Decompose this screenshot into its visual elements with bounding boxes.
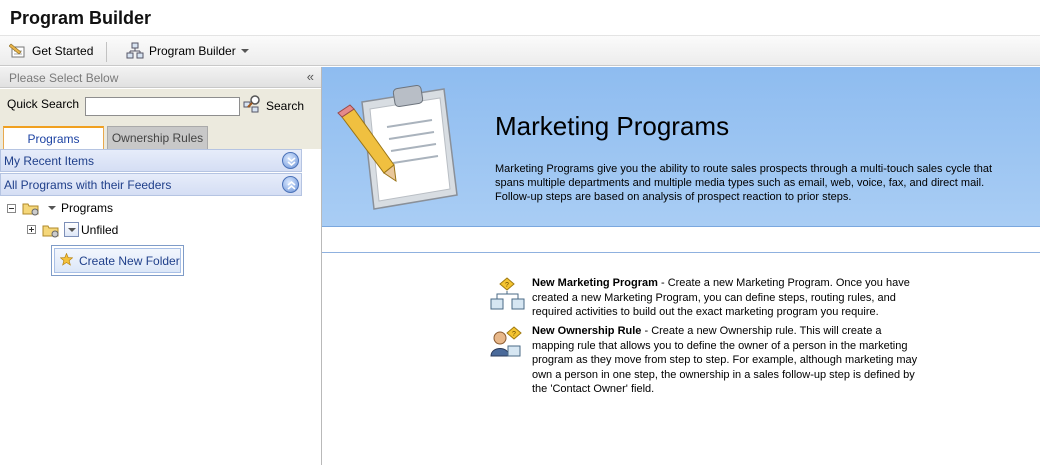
quick-search-input[interactable] xyxy=(85,97,240,116)
new-marketing-program-link[interactable]: New Marketing Program xyxy=(532,277,658,289)
get-started-button[interactable]: Get Started xyxy=(8,40,94,62)
new-ownership-rule-icon[interactable]: ? xyxy=(490,324,526,360)
chevron-down-icon xyxy=(240,49,249,53)
search-icon xyxy=(243,94,263,117)
accordion-label: All Programs with their Feeders xyxy=(4,178,172,192)
folder-gear-icon xyxy=(42,223,60,237)
expand-chevron-icon[interactable] xyxy=(282,152,299,169)
program-builder-menu-button[interactable]: Program Builder xyxy=(126,40,249,62)
search-button-label: Search xyxy=(266,98,305,113)
new-ownership-rule-action: New Ownership Rule - Create a new Owners… xyxy=(532,324,922,397)
banner-description: Marketing Programs give you the ability … xyxy=(495,163,993,203)
tab-ownership-rules[interactable]: Ownership Rules xyxy=(107,126,208,149)
quick-search-label: Quick Search xyxy=(7,97,80,111)
search-button[interactable]: Search xyxy=(243,94,304,117)
left-panel-header-label: Please Select Below xyxy=(9,71,119,85)
tree-node-programs: Programs xyxy=(7,201,113,216)
collapse-toggle-icon[interactable] xyxy=(7,203,16,213)
chevron-down-icon xyxy=(67,227,76,232)
program-builder-icon xyxy=(126,42,144,60)
clipboard-pencil-icon xyxy=(332,77,462,215)
new-program-flow-icon[interactable]: ? xyxy=(490,277,526,313)
tree-node-label[interactable]: Programs xyxy=(61,201,113,215)
divider xyxy=(322,252,1040,253)
accordion-my-recent-items[interactable]: My Recent Items xyxy=(0,149,302,172)
tree-node-label[interactable]: Unfiled xyxy=(81,223,118,237)
collapse-panel-icon[interactable]: « xyxy=(307,69,314,84)
accordion-label: My Recent Items xyxy=(4,154,95,168)
left-panel: Please Select Below « Quick Search Searc… xyxy=(0,67,322,465)
tree-node-unfiled: Unfiled xyxy=(27,222,118,237)
context-menu: Create New Folder xyxy=(51,245,184,276)
create-new-folder-label: Create New Folder xyxy=(79,253,180,268)
new-marketing-program-action: New Marketing Program - Create a new Mar… xyxy=(532,276,922,320)
banner-heading: Marketing Programs xyxy=(495,111,730,141)
new-ownership-rule-link[interactable]: New Ownership Rule xyxy=(532,325,641,337)
svg-text:?: ? xyxy=(512,331,516,338)
title-bar: Program Builder xyxy=(0,0,1040,36)
left-panel-header: Please Select Below « xyxy=(0,67,321,88)
node-menu-button[interactable] xyxy=(64,222,79,237)
tab-programs[interactable]: Programs xyxy=(3,126,104,149)
expand-toggle-icon[interactable] xyxy=(27,225,36,234)
chevron-down-icon[interactable] xyxy=(48,206,56,210)
svg-text:?: ? xyxy=(505,282,509,289)
pencil-paper-icon xyxy=(8,42,27,60)
get-started-label: Get Started xyxy=(32,44,94,58)
folder-gear-icon xyxy=(22,201,40,216)
banner: Marketing Programs Marketing Programs gi… xyxy=(322,67,1040,227)
star-icon xyxy=(59,252,74,269)
create-new-folder-menu-item[interactable]: Create New Folder xyxy=(54,248,181,273)
toolbar: Get Started Program Builder xyxy=(0,36,1040,66)
accordion-all-programs[interactable]: All Programs with their Feeders xyxy=(0,173,302,196)
toolbar-divider xyxy=(106,42,107,62)
main-content: Marketing Programs Marketing Programs gi… xyxy=(322,67,1040,465)
page-title: Program Builder xyxy=(10,8,152,28)
program-builder-label: Program Builder xyxy=(149,44,236,58)
collapse-chevron-icon[interactable] xyxy=(282,176,299,193)
